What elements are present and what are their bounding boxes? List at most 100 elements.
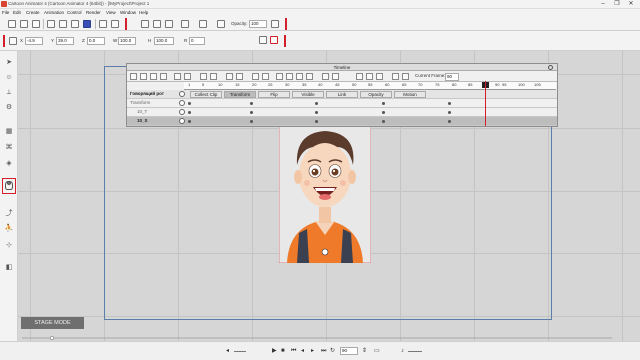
- bone-icon[interactable]: ⟂: [4, 88, 14, 98]
- transform-track-row[interactable]: Transform: [127, 99, 557, 108]
- timeline-tool-13-icon[interactable]: [276, 73, 283, 80]
- keyframe[interactable]: [382, 111, 385, 114]
- frame-ruler[interactable]: 1 5 10 15 20 25 30 35 40 45 50 55 60 65 …: [184, 82, 556, 90]
- morph-icon[interactable]: ◈: [4, 159, 14, 169]
- audio-icon[interactable]: ◂: [226, 347, 229, 355]
- pointer-icon[interactable]: ➤: [4, 58, 14, 68]
- frame-field[interactable]: 90: [340, 347, 358, 355]
- loop-icon[interactable]: ↻: [330, 347, 335, 355]
- timeline-tool-9-icon[interactable]: [226, 73, 233, 80]
- opacity-field[interactable]: 100: [249, 20, 267, 28]
- timeline-tool-15-icon[interactable]: [296, 73, 303, 80]
- visible-eye-icon[interactable]: [217, 20, 225, 28]
- audio-slider[interactable]: [408, 351, 422, 352]
- timeline-tool-10-icon[interactable]: [236, 73, 243, 80]
- keyframe[interactable]: [315, 120, 318, 123]
- ae-icon[interactable]: [83, 20, 91, 28]
- timeline-tool-8-icon[interactable]: [210, 73, 217, 80]
- actor-track-row[interactable]: Говорящий рот Collect Clip Transform Fli…: [127, 90, 557, 99]
- redo-icon[interactable]: [111, 20, 119, 28]
- opacity-chip[interactable]: Opacity: [360, 91, 392, 98]
- menu-animation[interactable]: Animation: [44, 9, 64, 17]
- keyframe[interactable]: [448, 111, 451, 114]
- x-field[interactable]: -4.9: [25, 37, 43, 45]
- prev-frame-icon[interactable]: ⏮: [291, 347, 296, 355]
- time-scrubber[interactable]: [22, 336, 612, 340]
- menu-help[interactable]: Help: [139, 9, 148, 17]
- flip-horizontal-icon[interactable]: [259, 36, 267, 44]
- select-icon[interactable]: [141, 20, 149, 28]
- close-button[interactable]: ✕: [624, 0, 638, 9]
- timeline-close-icon[interactable]: [548, 65, 553, 70]
- menu-edit[interactable]: Edit: [13, 9, 21, 17]
- track-toggle-icon[interactable]: [179, 118, 185, 124]
- fps-icon[interactable]: ▭: [374, 347, 380, 355]
- keyframe[interactable]: [315, 102, 318, 105]
- track-toggle-icon[interactable]: [179, 109, 185, 115]
- transform-icon[interactable]: [9, 37, 17, 45]
- face-puppet-selected-icon[interactable]: [2, 178, 16, 194]
- z-field[interactable]: 0.0: [87, 37, 105, 45]
- prev-key-icon[interactable]: ◂: [301, 347, 304, 355]
- menu-view[interactable]: View: [106, 9, 116, 17]
- track-toggle-icon[interactable]: [179, 91, 185, 97]
- stop-icon[interactable]: ■: [281, 347, 285, 355]
- timeline-tool-14-icon[interactable]: [286, 73, 293, 80]
- import-icon[interactable]: [47, 20, 55, 28]
- track-toggle-icon[interactable]: [179, 100, 185, 106]
- timeline-tool-16-icon[interactable]: [306, 73, 313, 80]
- layer-icon[interactable]: ◧: [4, 263, 14, 273]
- timeline-tool-1-icon[interactable]: [130, 73, 137, 80]
- boy-character[interactable]: [279, 125, 371, 263]
- keyframe[interactable]: [448, 120, 451, 123]
- rotate-icon[interactable]: [165, 20, 173, 28]
- w-field[interactable]: 100.0: [118, 37, 136, 45]
- character-icon[interactable]: ☺: [4, 73, 14, 83]
- h-field[interactable]: 100.0: [154, 37, 174, 45]
- undo-icon[interactable]: [99, 20, 107, 28]
- timeline-tool-6-icon[interactable]: [184, 73, 191, 80]
- move-icon[interactable]: [153, 20, 161, 28]
- frame-stepper-icon[interactable]: ⇕: [362, 347, 367, 355]
- speaker-icon[interactable]: ♪: [401, 347, 404, 355]
- scene-icon[interactable]: ▦: [4, 127, 14, 137]
- play-icon[interactable]: ▶: [272, 347, 277, 355]
- keyframe[interactable]: [382, 102, 385, 105]
- menu-render[interactable]: Render: [86, 9, 101, 17]
- export-icon[interactable]: [59, 20, 67, 28]
- timeline-zoom-in-icon[interactable]: [332, 73, 339, 80]
- transform-chip[interactable]: Transform: [224, 91, 256, 98]
- keyframe[interactable]: [382, 120, 385, 123]
- timeline-tool-11-icon[interactable]: [252, 73, 259, 80]
- timeline-tool-2-icon[interactable]: [140, 73, 147, 80]
- timeline-loop-icon[interactable]: [366, 73, 373, 80]
- r-field[interactable]: 0: [189, 37, 205, 45]
- keyframe[interactable]: [315, 111, 318, 114]
- timeline-zoom-out-icon[interactable]: [322, 73, 329, 80]
- next-key-icon[interactable]: ▸: [311, 347, 314, 355]
- menu-control[interactable]: Control: [67, 9, 82, 17]
- visible-chip[interactable]: Visible: [292, 91, 324, 98]
- collect-clip-chip[interactable]: Collect Clip: [190, 91, 222, 98]
- flip-vertical-icon[interactable]: [270, 36, 278, 44]
- flip-icon[interactable]: [181, 20, 189, 28]
- stage-mode-button[interactable]: STAGE MODE: [21, 317, 84, 329]
- link-chip[interactable]: Link: [326, 91, 358, 98]
- timeline-tool-7-icon[interactable]: [200, 73, 207, 80]
- open-icon[interactable]: [20, 20, 28, 28]
- keyframe[interactable]: [250, 111, 253, 114]
- timeline-tool-3-icon[interactable]: [150, 73, 157, 80]
- keyframe[interactable]: [188, 102, 191, 105]
- walk-icon[interactable]: ⛹: [4, 224, 14, 234]
- track-10-s-row[interactable]: 10_S: [127, 117, 557, 126]
- link-icon[interactable]: [199, 20, 207, 28]
- maximize-button[interactable]: ❐: [610, 0, 624, 9]
- puppet-icon[interactable]: ⚙: [4, 103, 14, 113]
- volume-slider[interactable]: [234, 351, 246, 352]
- keyframe[interactable]: [250, 102, 253, 105]
- save-icon[interactable]: [32, 20, 40, 28]
- motion-chip[interactable]: Motion: [394, 91, 426, 98]
- y-field[interactable]: 39.0: [56, 37, 74, 45]
- menu-file[interactable]: File: [2, 9, 9, 17]
- menu-window[interactable]: Window: [120, 9, 136, 17]
